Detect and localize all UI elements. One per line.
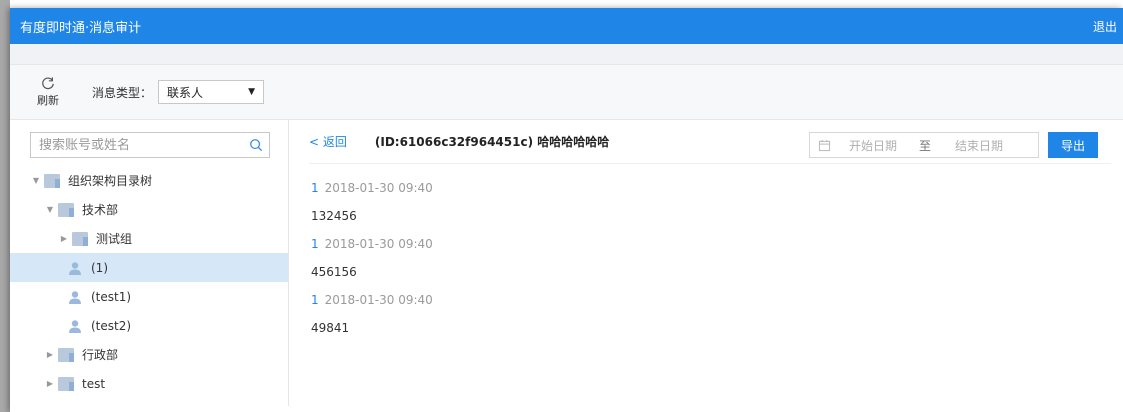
tree-node-label: (test1): [91, 289, 132, 304]
tree-node[interactable]: ▶ test: [10, 369, 288, 398]
conversation-title: (ID:61066c32f964451c) 哈哈哈哈哈哈: [374, 135, 610, 149]
search-input[interactable]: [39, 137, 229, 153]
message-sender: 1: [311, 237, 319, 251]
message-type-value: 联系人: [167, 85, 204, 100]
message-meta: 1 2018-01-30 09:40: [311, 286, 1123, 314]
message-meta: 1 2018-01-30 09:40: [311, 174, 1123, 202]
caret-down-icon[interactable]: ▼: [44, 205, 56, 214]
search-box: [30, 132, 270, 158]
user-icon: [69, 290, 81, 304]
message-text: 456156: [311, 265, 357, 279]
search-icon[interactable]: [249, 138, 263, 152]
tree-node-label: test: [82, 376, 106, 391]
main-area: ▼ 组织架构目录树 ▼ 技术部 ▶ 测试组 (1) (test1) (test2) ▶ 行政部 ▶ te…: [10, 120, 1123, 406]
tree-node[interactable]: ▼ 组织架构目录树: [10, 166, 288, 195]
folder-icon: [58, 347, 74, 362]
message-timestamp: 2018-01-30 09:40: [324, 293, 433, 307]
caret-right-icon[interactable]: ▶: [44, 379, 56, 388]
user-icon: [69, 319, 81, 333]
logout-link[interactable]: 退出: [1093, 18, 1117, 35]
title-bar: 有度即时通·消息审计 退出: [10, 8, 1123, 44]
tree-node-label: 行政部: [82, 348, 119, 362]
tree-node-label: 组织架构目录树: [68, 174, 153, 188]
caret-right-icon[interactable]: ▶: [44, 350, 56, 359]
org-tree: ▼ 组织架构目录树 ▼ 技术部 ▶ 测试组 (1) (test1) (test2) ▶ 行政部 ▶ te…: [10, 166, 288, 398]
message-sender: 1: [311, 181, 319, 195]
back-link[interactable]: < 返回: [309, 133, 347, 150]
conversation-panel: < 返回 (ID:61066c32f964451c) 哈哈哈哈哈哈 开始日期 至…: [289, 120, 1123, 406]
end-date-input[interactable]: 结束日期: [955, 137, 1003, 154]
message-sender: 1: [311, 293, 319, 307]
caret-down-icon[interactable]: ▼: [30, 176, 42, 185]
caret-right-icon[interactable]: ▶: [58, 234, 70, 243]
date-separator: 至: [919, 138, 932, 153]
refresh-label: 刷新: [37, 94, 59, 107]
tree-node[interactable]: (1): [10, 253, 288, 282]
tree-node-label: (test2): [91, 318, 132, 333]
message-type-label: 消息类型：: [92, 85, 153, 100]
date-range-picker[interactable]: 开始日期 至 结束日期: [809, 132, 1039, 158]
folder-icon: [58, 376, 74, 391]
sidebar: ▼ 组织架构目录树 ▼ 技术部 ▶ 测试组 (1) (test1) (test2) ▶ 行政部 ▶ te…: [10, 120, 289, 406]
message-list: 1 2018-01-30 09:40 132456 1 2018-01-30 09:40…: [289, 164, 1123, 342]
tree-node[interactable]: ▶ 行政部: [10, 340, 288, 369]
window-backdrop: [0, 0, 10, 412]
spacer: [10, 44, 1123, 64]
folder-icon: [44, 173, 60, 188]
tree-node-label: 技术部: [82, 203, 119, 217]
refresh-button[interactable]: 刷新: [32, 76, 64, 108]
toolbar: 刷新 消息类型： 联系人 ▼: [10, 64, 1123, 120]
message-text: 49841: [311, 321, 350, 335]
refresh-icon: [42, 77, 54, 90]
start-date-input[interactable]: 开始日期: [849, 137, 919, 154]
message-type-select[interactable]: 联系人 ▼: [158, 80, 265, 104]
tree-node[interactable]: (test1): [10, 282, 288, 311]
calendar-icon: [818, 139, 831, 151]
message-text: 132456: [311, 209, 357, 223]
folder-icon: [58, 202, 74, 217]
caret-down-icon: ▼: [248, 87, 256, 97]
message-timestamp: 2018-01-30 09:40: [324, 181, 433, 195]
folder-icon: [72, 231, 88, 246]
tree-node-label: 测试组: [96, 232, 133, 246]
tree-node[interactable]: (test2): [10, 311, 288, 340]
message-meta: 1 2018-01-30 09:40: [311, 230, 1123, 258]
message-timestamp: 2018-01-30 09:40: [324, 237, 433, 251]
app-title: 有度即时通·消息审计: [20, 20, 142, 36]
export-button[interactable]: 导出: [1048, 132, 1098, 158]
app-window: 有度即时通·消息审计 退出 刷新 消息类型： 联系人 ▼ ▼组: [10, 8, 1123, 412]
tree-node[interactable]: ▼ 技术部: [10, 195, 288, 224]
tree-node[interactable]: ▶ 测试组: [10, 224, 288, 253]
user-icon: [69, 261, 81, 275]
tree-node-label: (1): [91, 260, 108, 275]
